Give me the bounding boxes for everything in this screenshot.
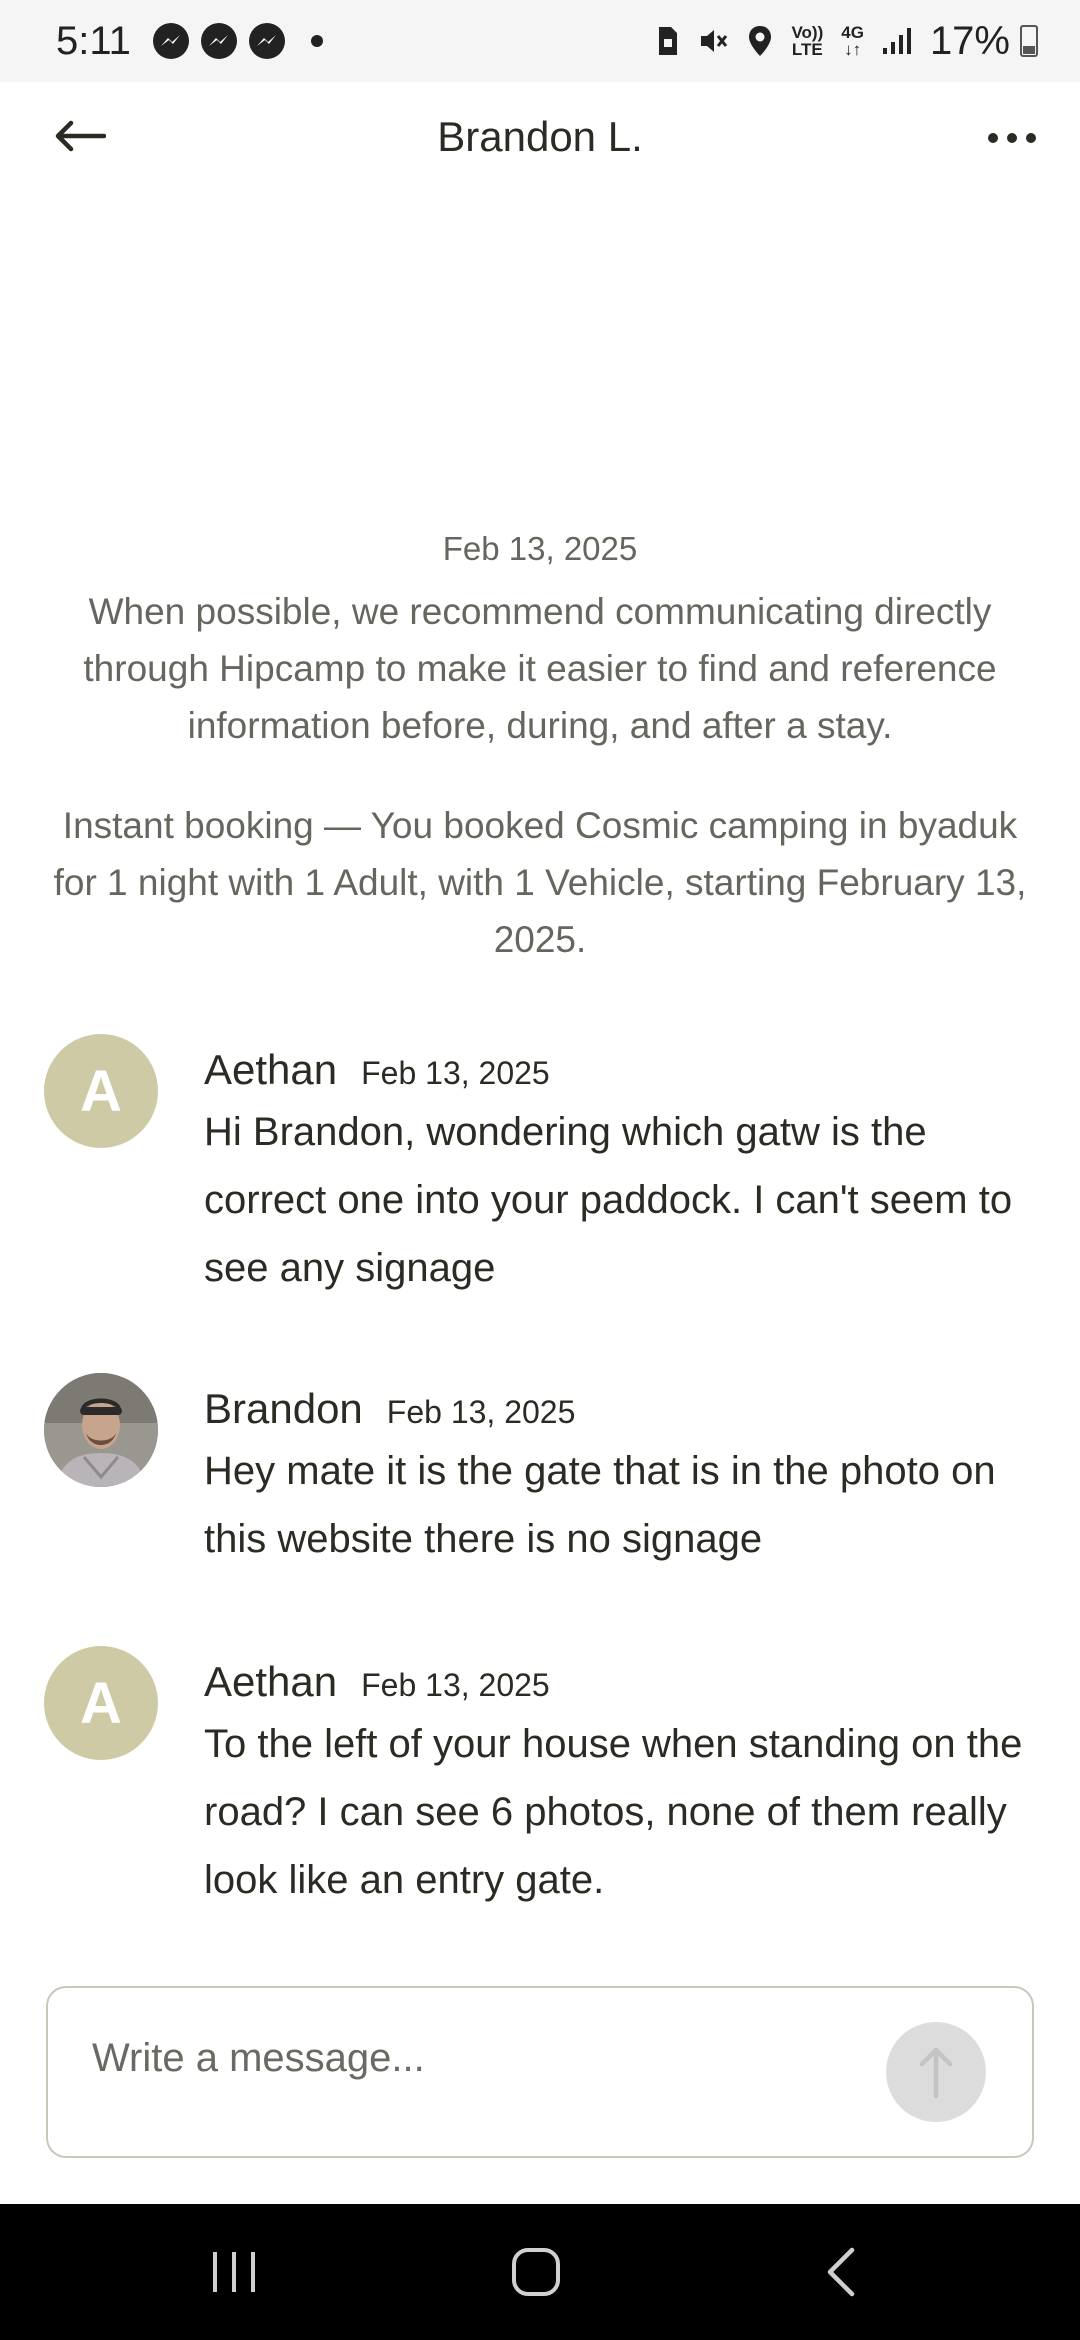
back-button[interactable] [48,106,112,166]
message-header: Aethan Feb 13, 2025 [204,1658,1044,1706]
more-dot [988,133,998,143]
battery-percentage: 17% [929,18,1010,63]
sim-icon [655,25,679,57]
battery-icon [1020,25,1038,57]
avatar[interactable]: A [44,1646,158,1760]
network-4g-icon: 4G ↓↑ [841,24,864,58]
more-dot [1026,133,1036,143]
recent-apps-button[interactable] [184,2242,284,2302]
volte-label: Vo)) [791,23,824,42]
booking-summary: Instant booking — You booked Cosmic camp… [53,805,1027,960]
message-text: To the left of your house when standing … [204,1722,1023,1902]
hipcamp-communication-note: When possible, we recommend communicatin… [83,591,997,746]
message-sender: Aethan [204,1046,338,1093]
recent-apps-icon [213,2252,255,2292]
message-sender: Aethan [204,1658,338,1705]
avatar[interactable] [44,1373,158,1487]
message-input[interactable] [92,2028,872,2088]
mute-icon [697,25,729,57]
conversation-header: Brandon L. [0,82,1080,192]
messenger-notification-icon [152,23,189,59]
volte-icon: Vo)) LTE [791,24,823,58]
message-body: Aethan Feb 13, 2025 Hi Brandon, wonderin… [204,1046,1044,1302]
thread-start-date: Feb 13, 2025 [442,530,638,567]
home-button[interactable] [486,2242,586,2302]
system-navigation-bar [0,2204,1080,2340]
messenger-notification-icon [200,23,237,59]
more-dot [1007,133,1017,143]
send-button[interactable] [886,2022,986,2122]
page-title: Brandon L. [437,113,643,160]
messenger-notification-icon [248,23,285,59]
back-nav-button[interactable] [790,2242,890,2302]
network-type-label: 4G [841,23,864,42]
avatar[interactable]: A [44,1034,158,1148]
lte-label: LTE [791,40,823,59]
message-date: Feb 13, 2025 [361,1667,550,1703]
message-sender: Brandon [204,1385,363,1432]
status-time: 5:11 [56,18,131,63]
arrow-up-icon [919,2047,953,2099]
message-text: Hey mate it is the gate that is in the p… [204,1449,996,1561]
data-arrows-icon: ↓↑ [844,40,862,59]
chevron-left-icon [827,2247,855,2297]
message-header: Brandon Feb 13, 2025 [204,1385,1044,1433]
user-photo-icon [44,1373,158,1487]
message-body: Brandon Feb 13, 2025 Hey mate it is the … [204,1385,1044,1573]
message-header: Aethan Feb 13, 2025 [204,1046,1044,1094]
message-date: Feb 13, 2025 [361,1055,550,1091]
message-date: Feb 13, 2025 [386,1394,576,1430]
message-text: Hi Brandon, wondering which gatw is the … [204,1110,1013,1290]
location-icon [747,24,773,58]
signal-icon [882,26,912,56]
message-composer [46,1986,1034,2158]
status-bar: 5:11 Vo)) LTE 4G ↓↑ 17% [0,0,1080,82]
home-icon [512,2248,560,2296]
more-options-button[interactable] [974,108,1050,168]
more-notifications-dot-icon [310,35,323,47]
message-body: Aethan Feb 13, 2025 To the left of your … [204,1658,1044,1914]
arrow-left-icon [55,120,106,152]
